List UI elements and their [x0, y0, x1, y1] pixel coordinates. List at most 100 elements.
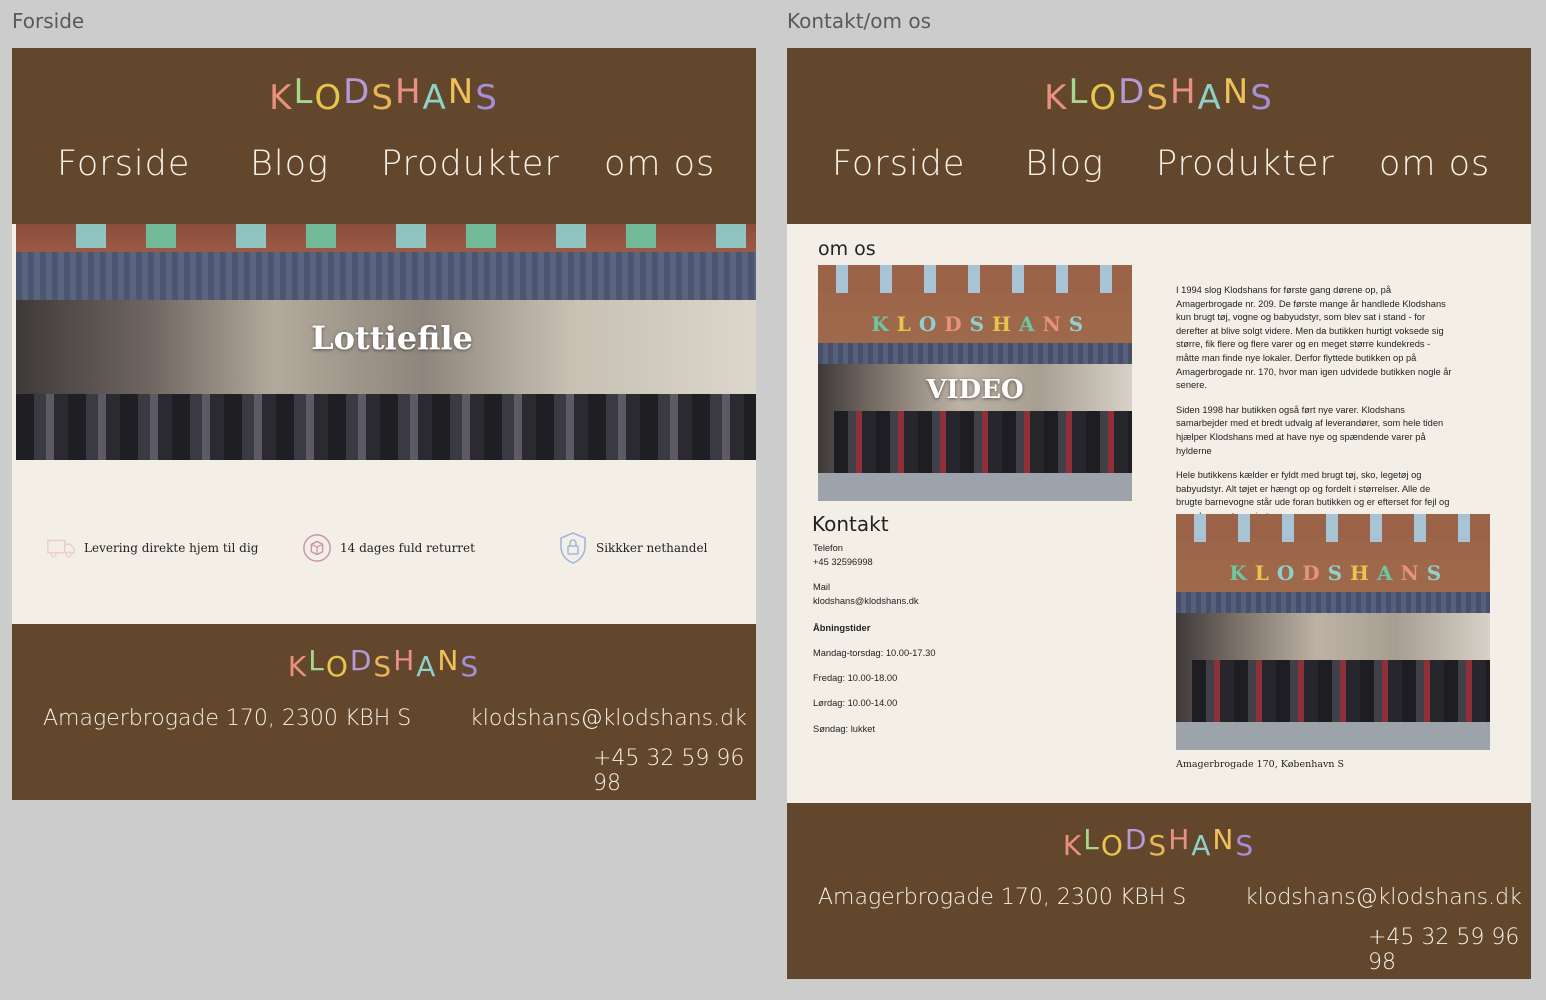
- site-footer: KLODSHANS Amagerbrogade 170, 2300 KBH S …: [787, 803, 1531, 979]
- logo-letter: S: [1146, 78, 1170, 118]
- hours-heading: Åbningstider: [813, 622, 870, 636]
- nav-item-om-os[interactable]: om os: [604, 144, 715, 184]
- sign-letter: S: [1068, 312, 1092, 337]
- awning: [16, 252, 756, 305]
- nav-item-om-os[interactable]: om os: [1379, 144, 1490, 184]
- logo-letter: A: [1197, 78, 1223, 118]
- nav-item-blog[interactable]: Blog: [250, 144, 329, 184]
- logo-letter: N: [437, 644, 461, 677]
- photo-scene: KLODSHANS: [1176, 514, 1490, 750]
- prams-row: [1191, 660, 1490, 727]
- main-nav: Forside Blog Produkter om os: [787, 144, 1531, 194]
- footer-logo[interactable]: KLODSHANS: [787, 823, 1531, 862]
- hero-title: Lottiefile: [311, 319, 473, 357]
- logo-letter: D: [1124, 823, 1149, 856]
- sign-letter: S: [969, 312, 993, 337]
- mail-value[interactable]: klodshans@klodshans.dk: [813, 595, 919, 609]
- sign-letter: A: [1376, 561, 1401, 586]
- logo-letter: N: [1222, 72, 1251, 112]
- nav-item-forside[interactable]: Forside: [57, 144, 190, 184]
- logo-letter: K: [1062, 829, 1084, 862]
- video-placeholder[interactable]: KLODSHANS VIDEO: [818, 265, 1132, 501]
- nav-item-produkter[interactable]: Produkter: [381, 144, 560, 184]
- site-logo[interactable]: KLODSHANS: [787, 72, 1531, 118]
- sign-letter: A: [1018, 312, 1043, 337]
- logo-letter: A: [1191, 829, 1213, 862]
- mail-label: Mail: [813, 582, 831, 592]
- sign-letter: O: [1276, 561, 1303, 586]
- logo-letter: N: [447, 72, 476, 112]
- logo-letter: H: [393, 644, 417, 677]
- sign-letter: O: [918, 312, 945, 337]
- footer-address: Amagerbrogade 170, 2300 KBH S: [43, 706, 412, 731]
- contact-heading: Kontakt: [812, 512, 889, 536]
- hours-heading-text: Åbningstider: [813, 623, 871, 633]
- footer-logo[interactable]: KLODSHANS: [12, 644, 756, 683]
- logo-letter: S: [475, 78, 499, 118]
- footer-phone[interactable]: +45 32 59 96 98: [1368, 925, 1531, 975]
- footer-address: Amagerbrogade 170, 2300 KBH S: [818, 885, 1187, 910]
- contact-page-frame: KLODSHANS Forside Blog Produkter om os o…: [787, 48, 1531, 979]
- logo-letter: O: [325, 650, 350, 683]
- logo-letter: L: [1083, 823, 1101, 856]
- feature-returns: 14 dages fuld returret: [302, 533, 475, 563]
- logo-letter: D: [1118, 72, 1147, 112]
- main-nav: Forside Blog Produkter om os: [12, 144, 756, 194]
- sidewalk: [818, 472, 1132, 501]
- prams-row: [833, 411, 1132, 478]
- footer-phone[interactable]: +45 32 59 96 98: [593, 746, 756, 796]
- site-logo[interactable]: KLODSHANS: [12, 72, 756, 118]
- logo-letter: S: [1250, 78, 1274, 118]
- logo-letter: L: [308, 644, 326, 677]
- photo-caption: Amagerbrogade 170, København S: [1176, 759, 1345, 770]
- sign-letter: N: [1400, 561, 1427, 586]
- feature-strip: Levering direkte hjem til dig 14 dages f…: [12, 532, 756, 573]
- awning: [1176, 591, 1490, 614]
- feature-returns-label: 14 dages fuld returret: [340, 541, 475, 555]
- truck-icon: [46, 533, 76, 563]
- logo-letter: S: [371, 78, 395, 118]
- frame-label-kontakt: Kontakt/om os: [787, 9, 932, 33]
- nav-item-forside[interactable]: Forside: [832, 144, 965, 184]
- logo-letter: S: [1148, 829, 1169, 862]
- about-text: I 1994 slog Klodshans for første gang dø…: [1176, 284, 1456, 535]
- logo-letter: N: [1212, 823, 1236, 856]
- footer-email[interactable]: klodshans@klodshans.dk: [470, 706, 747, 731]
- shop-sign: KLODSHANS: [871, 312, 1091, 336]
- site-header: KLODSHANS Forside Blog Produkter om os: [12, 48, 756, 224]
- shop-sign: KLODSHANS: [1229, 561, 1449, 585]
- logo-letter: K: [1044, 78, 1069, 118]
- feature-delivery-label: Levering direkte hjem til dig: [84, 541, 259, 555]
- logo-letter: S: [460, 650, 481, 683]
- hours-line: Søndag: lukket: [813, 724, 876, 734]
- shield-lock-icon: [558, 532, 588, 564]
- nav-item-produkter[interactable]: Produkter: [1156, 144, 1335, 184]
- sign-letter: H: [1350, 561, 1377, 586]
- logo-letter: L: [1068, 72, 1090, 112]
- sign-letter: D: [944, 312, 970, 337]
- return-box-icon: [302, 533, 332, 563]
- video-label: VIDEO: [926, 375, 1024, 405]
- feature-secure: Sikkker nethandel: [558, 532, 708, 564]
- sign-letter: H: [992, 312, 1019, 337]
- logo-letter: S: [373, 650, 394, 683]
- sidewalk: [1176, 721, 1490, 750]
- logo-letter: D: [349, 644, 374, 677]
- about-heading: om os: [818, 238, 876, 260]
- logo-letter: K: [269, 78, 294, 118]
- logo-letter: H: [394, 72, 423, 112]
- phone-value[interactable]: +45 32596998: [813, 556, 873, 570]
- nav-item-blog[interactable]: Blog: [1025, 144, 1104, 184]
- facade-windows: [1176, 514, 1490, 543]
- sign-letter: K: [871, 312, 897, 337]
- logo-letter: D: [343, 72, 372, 112]
- sign-letter: S: [1426, 561, 1450, 586]
- frame-label-forside: Forside: [12, 9, 85, 33]
- home-page-frame: KLODSHANS Forside Blog Produkter om os L…: [12, 48, 756, 800]
- storefront-photo: KLODSHANS: [1176, 514, 1490, 750]
- site-footer: KLODSHANS Amagerbrogade 170, 2300 KBH S …: [12, 624, 756, 800]
- logo-letter: K: [287, 650, 309, 683]
- feature-secure-label: Sikkker nethandel: [596, 541, 708, 555]
- footer-email[interactable]: klodshans@klodshans.dk: [1245, 885, 1522, 910]
- hours-line: Fredag: 10.00-18.00: [813, 673, 898, 683]
